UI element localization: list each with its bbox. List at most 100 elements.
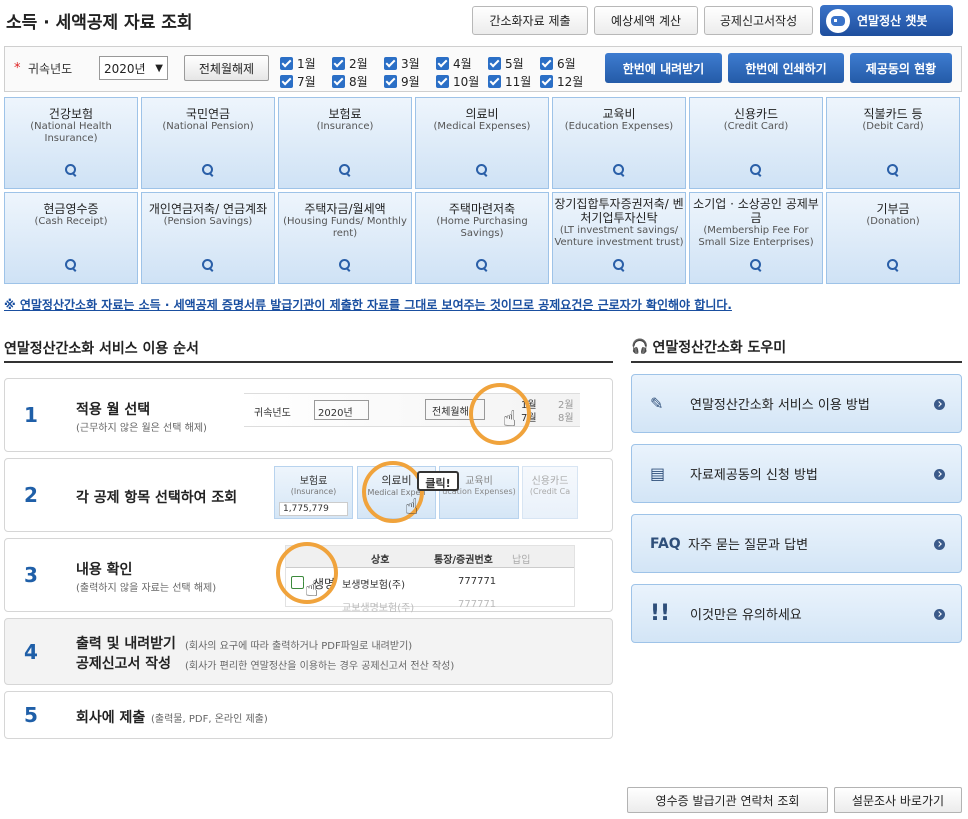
month-label: 10월 [453,75,480,89]
tile-en: (Membership Fee For Small Size Enterpris… [698,225,814,248]
arrow-right-icon [934,609,945,620]
step-5: 5 회사에 제출 (출력물, PDF, 온라인 제출) [4,691,613,739]
tile-donation[interactable]: 기부금 (Donation) [826,192,960,284]
tile-en: (National Pension) [162,121,254,132]
month-12-checkbox[interactable]: 12월 [540,73,592,90]
checkbox-icon [488,75,501,88]
tile-en: (Debit Card) [862,121,924,132]
step-4: 4 출력 및 내려받기 공제신고서 작성 (회사의 요구에 따라 출력하거나 P… [4,618,613,685]
help-label: 이것만은 유의하세요 [690,608,802,623]
help-faq[interactable]: FAQ 자주 묻는 질문과 답변 [631,514,962,573]
consent-status-button[interactable]: 제공동의 현황 [850,53,952,83]
tile-en: (Donation) [866,216,920,227]
tile-credit-card[interactable]: 신용카드 (Credit Card) [689,97,823,189]
submit-simplified-data-button[interactable]: 간소화자료 제출 [472,6,588,35]
help-consent-guide[interactable]: ▤ 자료제공동의 신청 방법 [631,444,962,503]
month-label: 7월 [297,75,316,89]
tile-insurance[interactable]: 보험료 (Insurance) [278,97,412,189]
help-caution[interactable]: !! 이것만은 유의하세요 [631,584,962,643]
month-4-checkbox[interactable]: 4월 [436,55,488,72]
step-label: 적용 월 선택 [76,402,151,418]
illus-cell: 777771 [458,599,497,610]
arrow-right-icon [934,399,945,410]
month-7-checkbox[interactable]: 7월 [280,73,332,90]
faq-icon: FAQ [650,535,681,552]
chatbot-label: 연말정산 챗봇 [857,14,928,28]
month-3-checkbox[interactable]: 3월 [384,55,436,72]
month-label: 3월 [401,57,420,71]
tile-lt-investment[interactable]: 장기집합투자증권저축/ 벤처기업투자신탁 (LT investment savin… [552,192,686,284]
step-3: 3 내용 확인 (출력하지 않을 자료는 선택 해제) 상호 통장/증권번호 납… [4,538,613,614]
steps-divider [4,361,613,363]
chevron-down-icon: ▼ [155,63,163,74]
print-all-button[interactable]: 한번에 인쇄하기 [728,53,844,83]
illus-tile-en: (Insurance) [290,487,337,496]
illus-tile-value: 1,775,779 [279,502,348,516]
month-2-checkbox[interactable]: 2월 [332,55,384,72]
tile-en: (National Health Insurance) [30,121,112,144]
tile-medical-expenses[interactable]: 의료비 (Medical Expenses) [415,97,549,189]
highlight-circle [469,383,531,445]
tile-en: (LT investment savings/ Venture investme… [554,225,684,248]
step-1: 1 적용 월 선택 (근무하지 않은 월은 선택 해제) 귀속년도 2020년 … [4,378,613,452]
year-value: 2020년 [104,61,146,76]
tile-housing-funds[interactable]: 주택자금/월세액 (Housing Funds/ Monthly rent) [278,192,412,284]
month-1-checkbox[interactable]: 1월 [280,55,332,72]
step-number: 3 [24,563,38,587]
month-10-checkbox[interactable]: 10월 [436,73,488,90]
month-label: 12월 [557,75,584,89]
deselect-all-months-button[interactable]: 전체월해제 [184,55,269,81]
month-label: 6월 [557,57,576,71]
tile-cash-receipt[interactable]: 현금영수증 (Cash Receipt) [4,192,138,284]
illus-col: 통장/증권번호 [434,555,493,566]
survey-button[interactable]: 설문조사 바로가기 [834,787,962,813]
tile-debit-card[interactable]: 직불카드 등 (Debit Card) [826,97,960,189]
tile-en: (Education Expenses) [564,121,674,132]
download-all-button[interactable]: 한번에 내려받기 [605,53,722,83]
month-11-checkbox[interactable]: 11월 [488,73,540,90]
search-icon [750,259,762,271]
tile-national-pension[interactable]: 국민연금 (National Pension) [141,97,275,189]
checkbox-icon [488,57,501,70]
tile-name: 소기업 · 소상공인 공제부금 [693,197,819,225]
helper-header: 🎧 연말정산간소화 도우미 [631,337,786,357]
illus-tile-en: (Credit Ca [529,487,571,496]
step-label: 회사에 제출 [76,710,146,726]
step-label: 공제신고서 작성 [76,656,172,672]
tile-en: (Home Purchasing Savings) [436,216,528,239]
month-8-checkbox[interactable]: 8월 [332,73,384,90]
pointer-hand-icon: ☝ [503,407,517,432]
pointer-hand-icon: ☝ [305,577,319,602]
deduction-form-button[interactable]: 공제신고서작성 [704,6,813,35]
tile-education-expenses[interactable]: 교육비 (Education Expenses) [552,97,686,189]
tile-name: 주택마련저축 [448,202,516,216]
issuer-contact-button[interactable]: 영수증 발급기관 연락처 조회 [627,787,828,813]
help-usage-guide[interactable]: ✎ 연말정산간소화 서비스 이용 방법 [631,374,962,433]
search-icon [750,164,762,176]
tile-small-enterprise[interactable]: 소기업 · 소상공인 공제부금 (Membership Fee For Small… [689,192,823,284]
tile-pension-savings[interactable]: 개인연금저축/ 연금계좌 (Pension Savings) [141,192,275,284]
help-label: 자주 묻는 질문과 답변 [688,538,809,553]
chatbot-button[interactable]: 연말정산 챗봇 [820,5,953,36]
page-title: 소득 · 세액공제 자료 조회 [6,13,193,33]
checkbox-icon [332,75,345,88]
step-label: 내용 확인 [76,562,133,578]
tile-health-insurance[interactable]: 건강보험 (National Health Insurance) [4,97,138,189]
illus-cell: 보생명보험(주) [342,580,406,591]
checkbox-icon [291,576,304,589]
step-sub: (회사가 편리한 연말정산을 이용하는 경우 공제신고서 전산 작성) [185,661,455,672]
step-sub: (회사의 요구에 따라 출력하거나 PDF파일로 내려받기) [185,641,413,652]
tile-en: (Medical Expenses) [433,121,531,132]
month-9-checkbox[interactable]: 9월 [384,73,436,90]
illus-tile: 신용카드 (Credit Ca [522,466,578,519]
year-select[interactable]: 2020년 ▼ [99,56,168,80]
deduction-tiles: 건강보험 (National Health Insurance) 국민연금 (Nat… [4,97,960,284]
tile-home-purchasing-savings[interactable]: 주택마련저축 (Home Purchasing Savings) [415,192,549,284]
month-6-checkbox[interactable]: 6월 [540,55,592,72]
estimate-tax-button[interactable]: 예상세액 계산 [594,6,698,35]
arrow-right-icon [934,539,945,550]
search-icon [887,164,899,176]
month-5-checkbox[interactable]: 5월 [488,55,540,72]
search-icon [339,259,351,271]
step-sub: (근무하지 않은 월은 선택 해제) [76,423,207,434]
